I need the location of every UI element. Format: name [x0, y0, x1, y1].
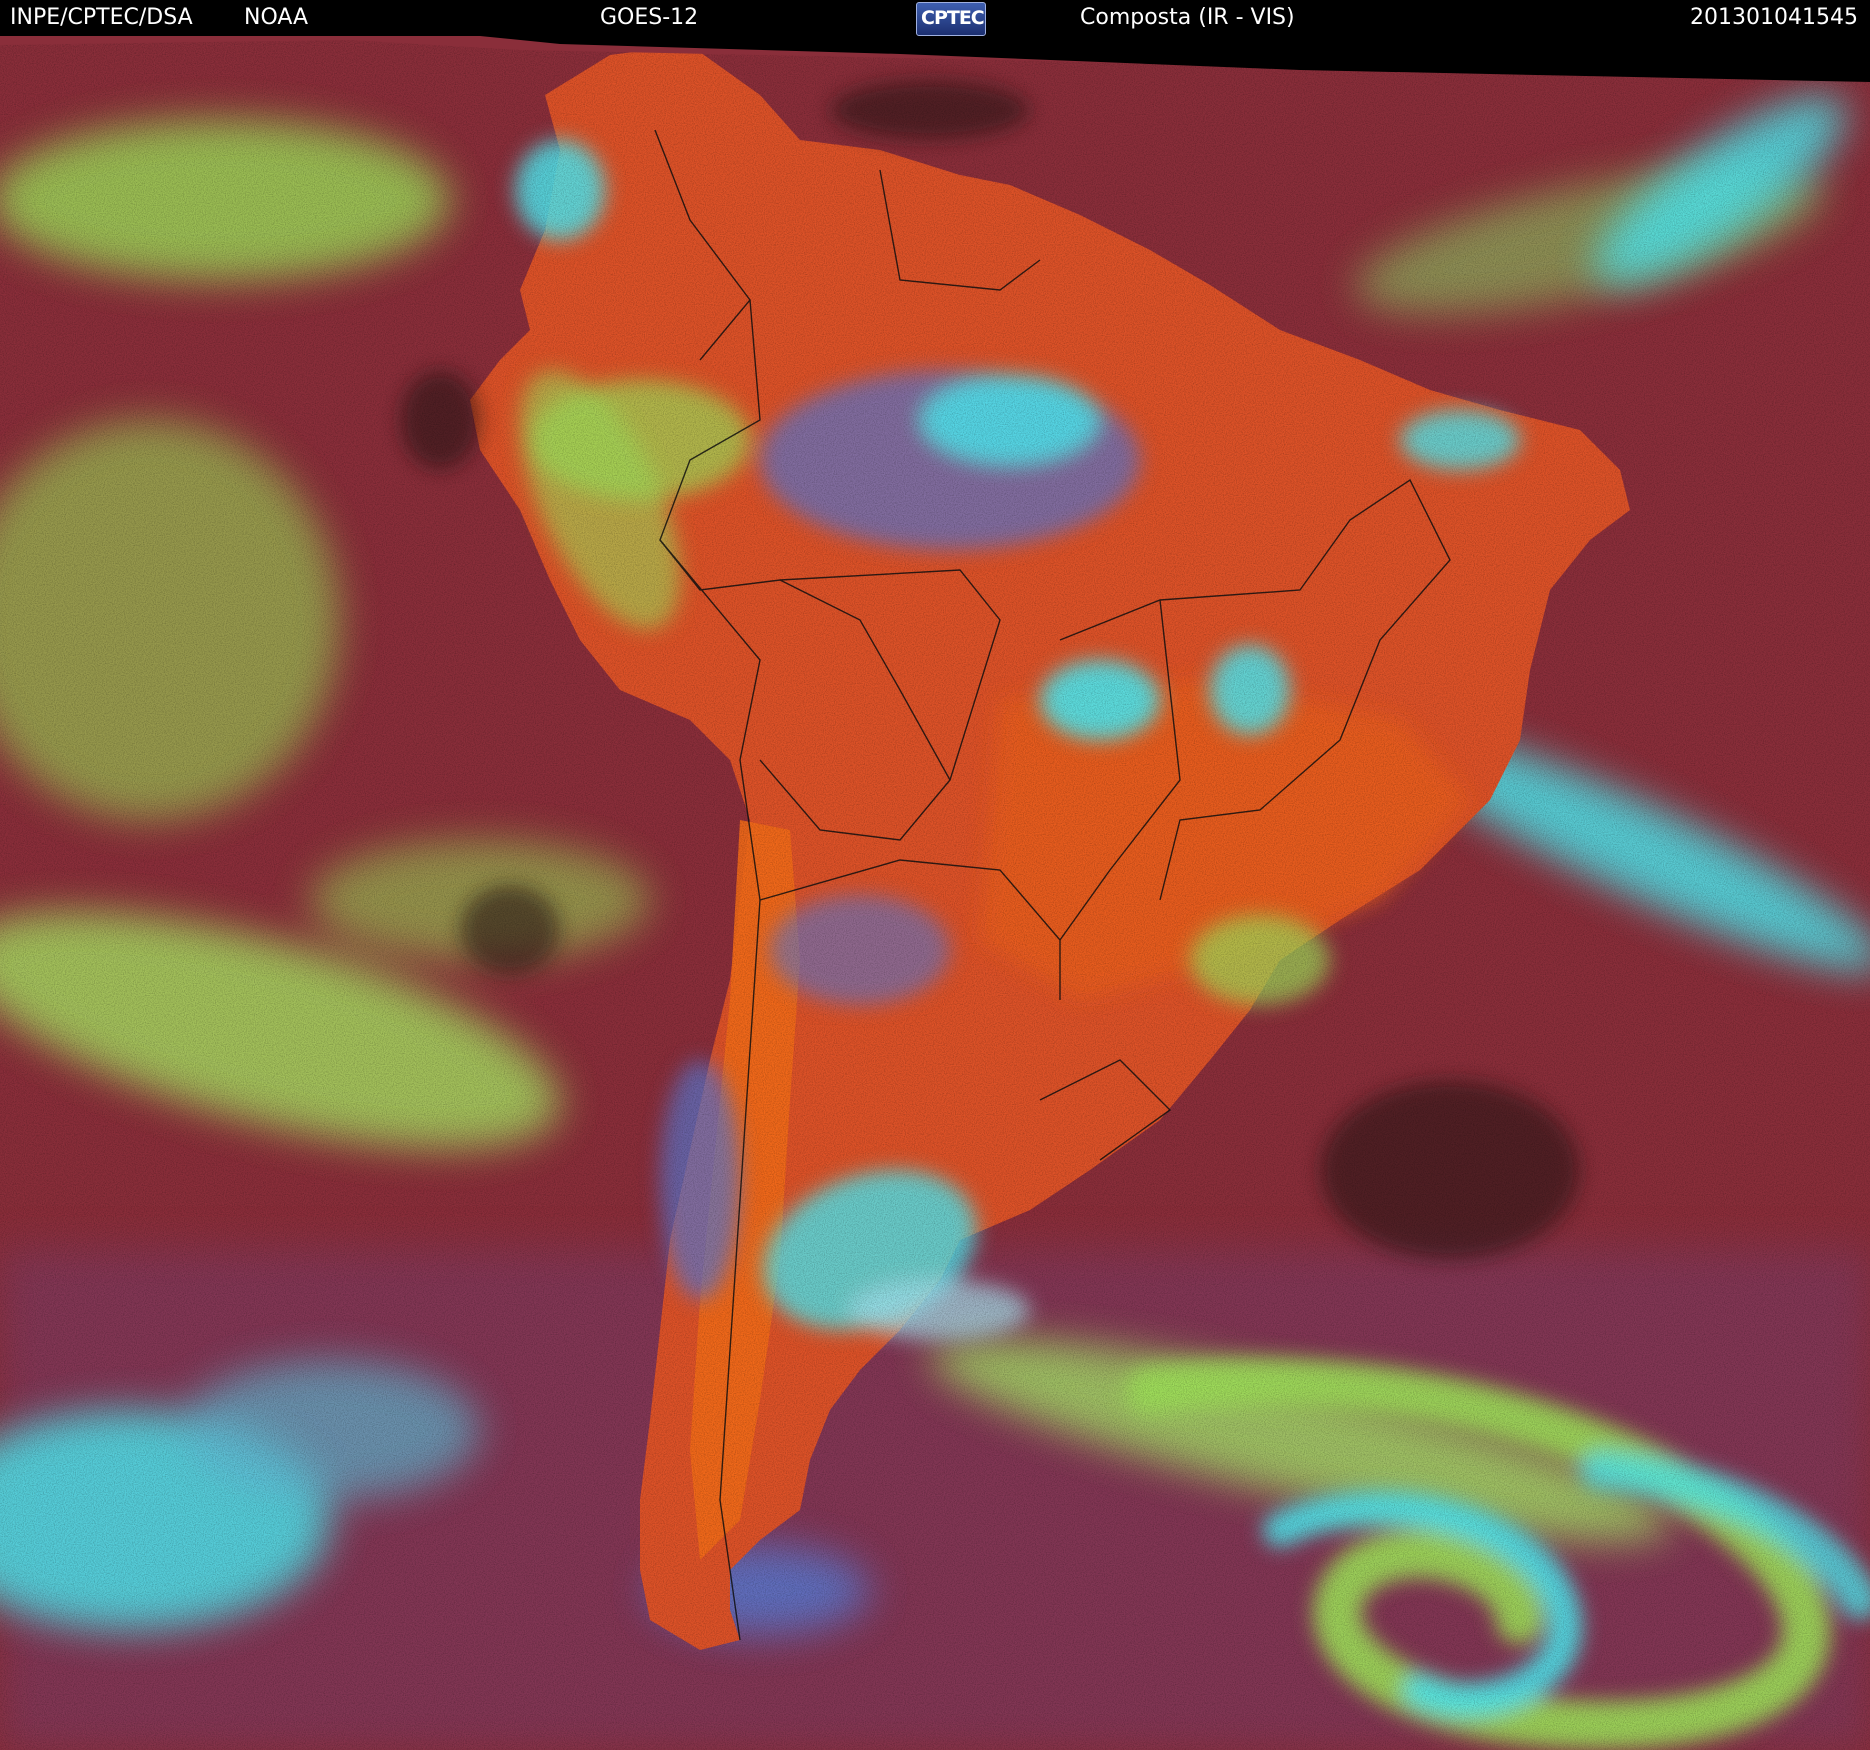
- cloud-texture-grain: [0, 0, 1870, 1750]
- agency-label: NOAA: [244, 5, 309, 30]
- satellite-label: GOES-12: [600, 5, 699, 30]
- composite-satellite-map: [0, 0, 1870, 1750]
- source-label: INPE/CPTEC/DSA: [10, 5, 193, 30]
- product-label: Composta (IR - VIS): [1080, 5, 1295, 30]
- logo-text: CPTEC: [921, 7, 985, 29]
- satellite-image-frame: INPE/CPTEC/DSA NOAA GOES-12 CPTEC Compos…: [0, 0, 1870, 1750]
- image-header-bar: INPE/CPTEC/DSA NOAA GOES-12 CPTEC Compos…: [0, 0, 1870, 36]
- cptec-logo: CPTEC: [916, 2, 986, 36]
- timestamp-label: 201301041545: [1690, 5, 1858, 30]
